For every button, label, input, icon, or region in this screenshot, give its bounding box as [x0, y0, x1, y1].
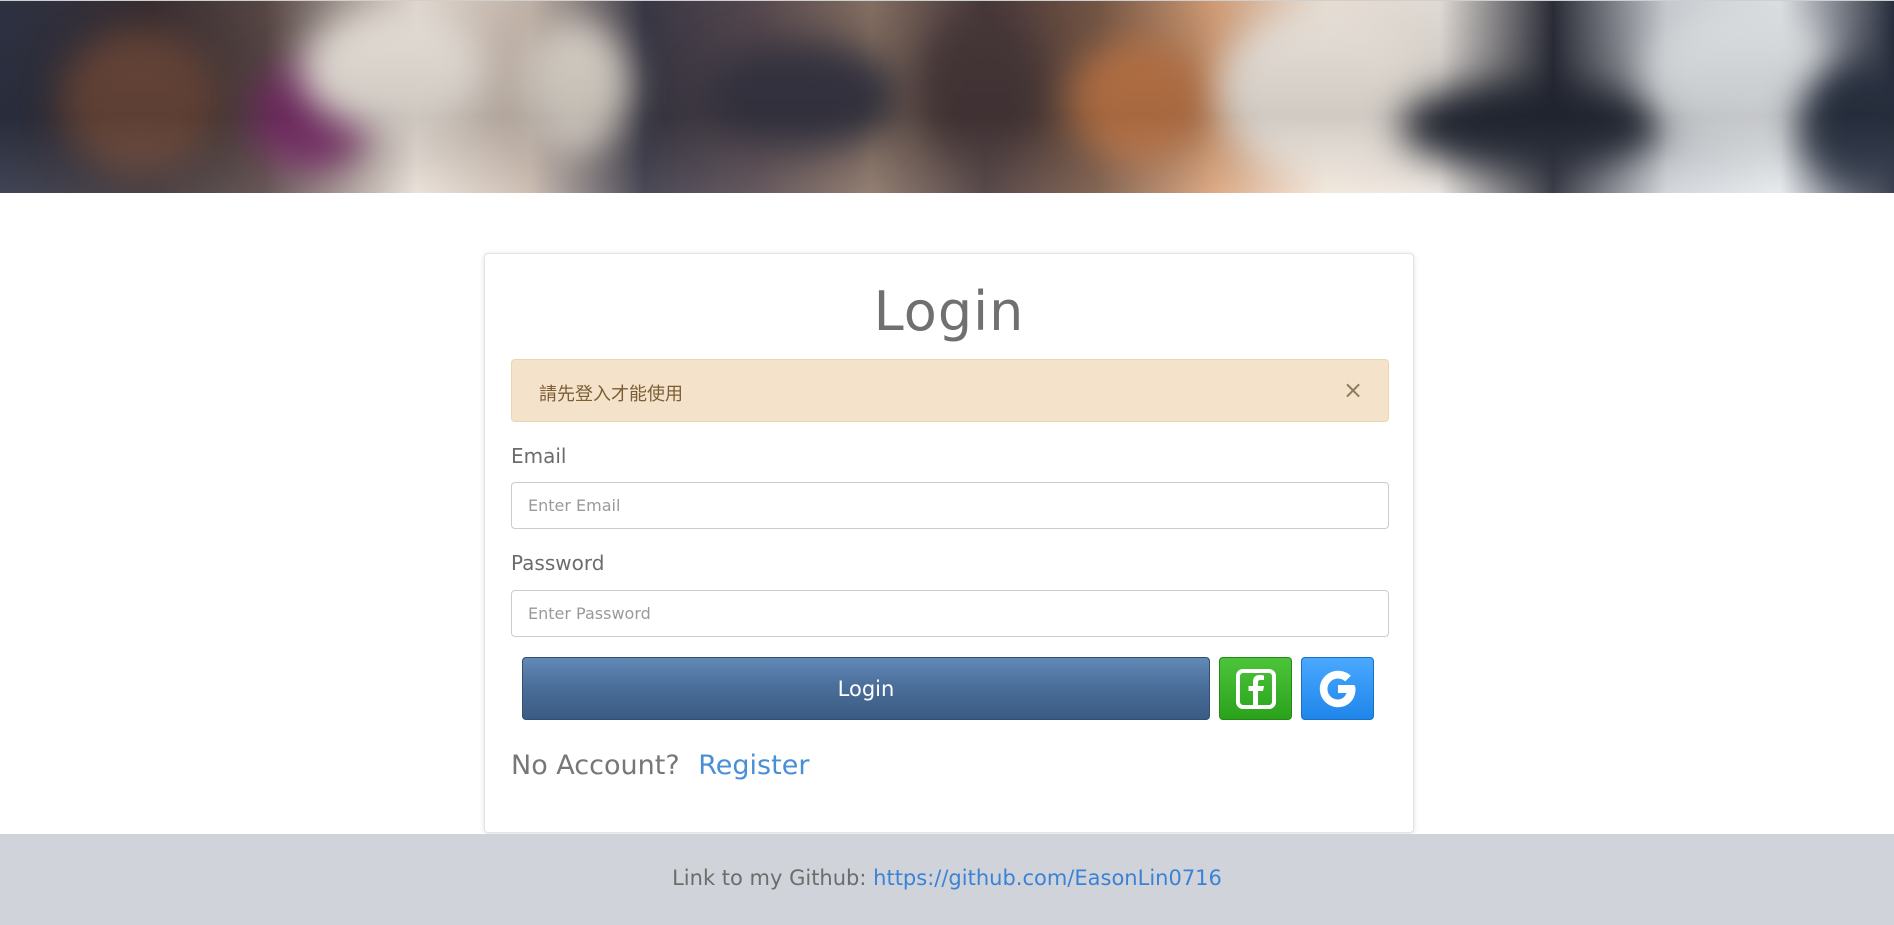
- footer-label: Link to my Github:: [672, 866, 867, 890]
- banner-image: [0, 0, 1894, 193]
- facebook-icon: [1235, 668, 1276, 709]
- password-label: Password: [511, 551, 605, 575]
- register-link[interactable]: Register: [698, 750, 809, 781]
- email-label: Email: [511, 444, 567, 468]
- page-title: Login: [873, 280, 1025, 343]
- login-card: Login 請先登入才能使用 × Email Password Login No…: [484, 253, 1414, 833]
- no-account-text: No Account?: [511, 750, 680, 781]
- footer-text-row: Link to my Github: https://github.com/Ea…: [0, 866, 1894, 890]
- login-button[interactable]: Login: [522, 657, 1210, 720]
- password-field[interactable]: [511, 590, 1389, 637]
- login-required-alert: 請先登入才能使用 ×: [511, 359, 1389, 422]
- footer: Link to my Github: https://github.com/Ea…: [0, 834, 1894, 925]
- github-link[interactable]: https://github.com/EasonLin0716: [873, 866, 1222, 890]
- email-field[interactable]: [511, 482, 1389, 529]
- google-icon: [1319, 670, 1355, 707]
- facebook-login-button[interactable]: [1219, 657, 1292, 720]
- alert-message: 請先登入才能使用: [539, 384, 683, 405]
- close-icon[interactable]: ×: [1338, 375, 1368, 405]
- register-prompt: No Account? Register: [511, 750, 809, 781]
- google-login-button[interactable]: [1301, 657, 1374, 720]
